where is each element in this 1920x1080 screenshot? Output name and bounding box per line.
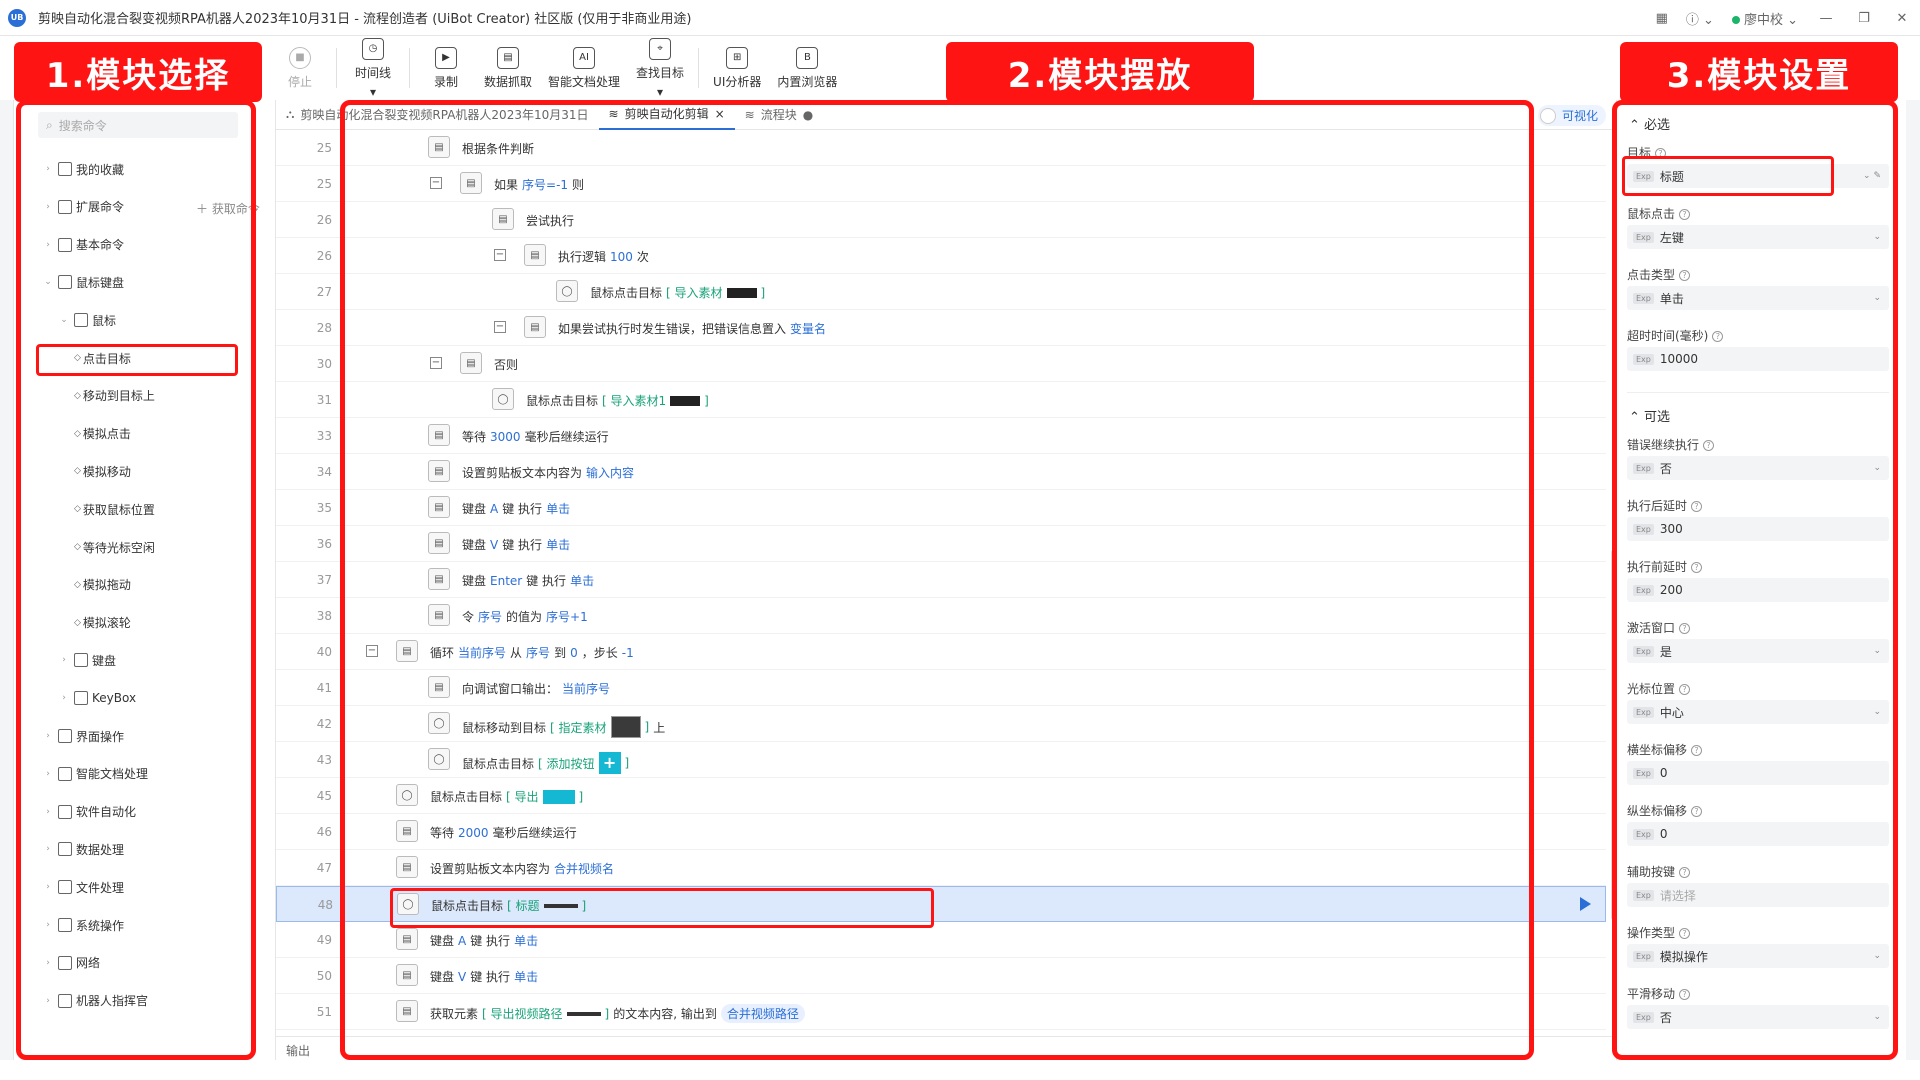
toolbar-button-6[interactable]: ⊞ UI分析器 <box>705 36 769 100</box>
main-toolbar: ■ 停止 ◷ 时间线 ▾ ▶ 录制 ▤ 数据抓取 AI 智能文档处理 ⌖ 查找目标 ▾ ⊞ UI分析器 B 内… <box>270 36 950 100</box>
annotation-highlight-target-field <box>1622 156 1834 196</box>
visualize-toggle[interactable]: 可视化 <box>1537 105 1606 126</box>
line-number: 26 <box>316 249 332 263</box>
line-number: 36 <box>316 537 332 551</box>
toggle-knob <box>1539 107 1556 124</box>
line-number: 25 <box>316 141 332 155</box>
find-target-icon: ⌖ <box>649 37 672 60</box>
toolbar-button-2[interactable]: ▶ 录制 <box>416 36 476 100</box>
annotation-box-settings <box>1612 100 1898 1060</box>
right-rail <box>1906 100 1920 1060</box>
toolbar-label: 录制 <box>433 74 458 89</box>
flow-icon: ⛬ <box>286 107 295 121</box>
title-controls: ▦ ⓘ ⌄ 廖中校 ⌄ — ❐ ✕ <box>1656 0 1912 36</box>
browser-icon: B <box>796 46 819 69</box>
line-number: 48 <box>317 898 333 912</box>
annotation-highlight-selected-line <box>390 888 934 928</box>
toolbar-separator <box>698 48 700 88</box>
toolbar-label: 时间线 <box>354 65 391 80</box>
data-scrape-icon: ▤ <box>497 46 519 69</box>
annotation-highlight-click-target <box>36 344 238 376</box>
toolbar-separator <box>336 48 337 88</box>
toolbar-button-3[interactable]: ▤ 数据抓取 <box>476 36 540 100</box>
dropdown-caret-icon: ▾ <box>369 84 377 99</box>
left-rail <box>0 100 14 1060</box>
line-number: 25 <box>316 177 332 191</box>
toolbar-button-0[interactable]: ■ 停止 <box>270 36 330 100</box>
close-button[interactable]: ✕ <box>1892 11 1912 26</box>
toolbar-label: 停止 <box>287 74 312 89</box>
line-number: 35 <box>316 501 332 515</box>
toolbar-separator <box>409 48 410 88</box>
line-number: 47 <box>316 861 332 875</box>
apps-grid-icon[interactable]: ▦ <box>1656 11 1668 26</box>
minimize-button[interactable]: — <box>1816 11 1836 26</box>
annotation-banner-select: 1.模块选择 <box>14 42 262 102</box>
line-number: 26 <box>316 213 332 227</box>
line-number: 28 <box>316 321 332 335</box>
toolbar-label: UI分析器 <box>713 74 762 89</box>
line-number: 49 <box>316 933 332 947</box>
line-number: 27 <box>316 285 332 299</box>
toolbar-button-4[interactable]: AI 智能文档处理 <box>540 36 628 100</box>
toolbar-button-1[interactable]: ◷ 时间线 ▾ <box>343 36 403 100</box>
clock-icon: ◷ <box>362 37 384 60</box>
annotation-banner-settings: 3.模块设置 <box>1620 42 1898 102</box>
line-number: 34 <box>316 465 332 479</box>
line-number: 43 <box>316 753 332 767</box>
online-status-icon <box>1731 15 1740 24</box>
line-number: 40 <box>316 645 332 659</box>
run-line-icon[interactable] <box>1580 897 1591 911</box>
title-bar: UB 剪映自动化混合裂变视频RPA机器人2023年10月31日 - 流程创造者 … <box>0 0 1920 36</box>
line-number: 37 <box>316 573 332 587</box>
maximize-button[interactable]: ❐ <box>1854 11 1874 26</box>
visualize-label: 可视化 <box>1561 109 1598 123</box>
line-number: 33 <box>316 429 332 443</box>
stop-icon: ■ <box>289 46 311 69</box>
record-icon: ▶ <box>435 46 457 69</box>
user-name: 廖中校 <box>1743 12 1783 28</box>
line-number: 51 <box>316 1005 332 1019</box>
toolbar-label: 查找目标 <box>636 65 685 80</box>
dropdown-caret-icon: ▾ <box>657 84 664 99</box>
toolbar-label: 数据抓取 <box>484 74 533 89</box>
line-number: 38 <box>316 609 332 623</box>
user-menu[interactable]: 廖中校 ⌄ <box>1731 9 1798 28</box>
window-title: 剪映自动化混合裂变视频RPA机器人2023年10月31日 - 流程创造者 (Ui… <box>38 12 692 27</box>
ai-doc-icon: AI <box>573 46 596 69</box>
line-number: 31 <box>316 393 332 407</box>
toolbar-button-5[interactable]: ⌖ 查找目标 ▾ <box>628 36 692 100</box>
line-number: 46 <box>316 825 332 839</box>
line-number: 42 <box>316 717 332 731</box>
toolbar-label: 智能文档处理 <box>548 74 621 89</box>
line-number: 45 <box>316 789 332 803</box>
line-number: 30 <box>316 357 332 371</box>
help-icon[interactable]: ⓘ ⌄ <box>1686 9 1714 28</box>
annotation-banner-place: 2.模块摆放 <box>946 42 1254 102</box>
toolbar-label: 内置浏览器 <box>777 74 838 89</box>
line-number: 50 <box>316 969 332 983</box>
ui-analyzer-icon: ⊞ <box>726 46 749 69</box>
annotation-box-select <box>16 100 256 1060</box>
line-number: 41 <box>316 681 332 695</box>
app-logo-icon: UB <box>8 8 26 27</box>
toolbar-button-7[interactable]: B 内置浏览器 <box>769 36 845 100</box>
